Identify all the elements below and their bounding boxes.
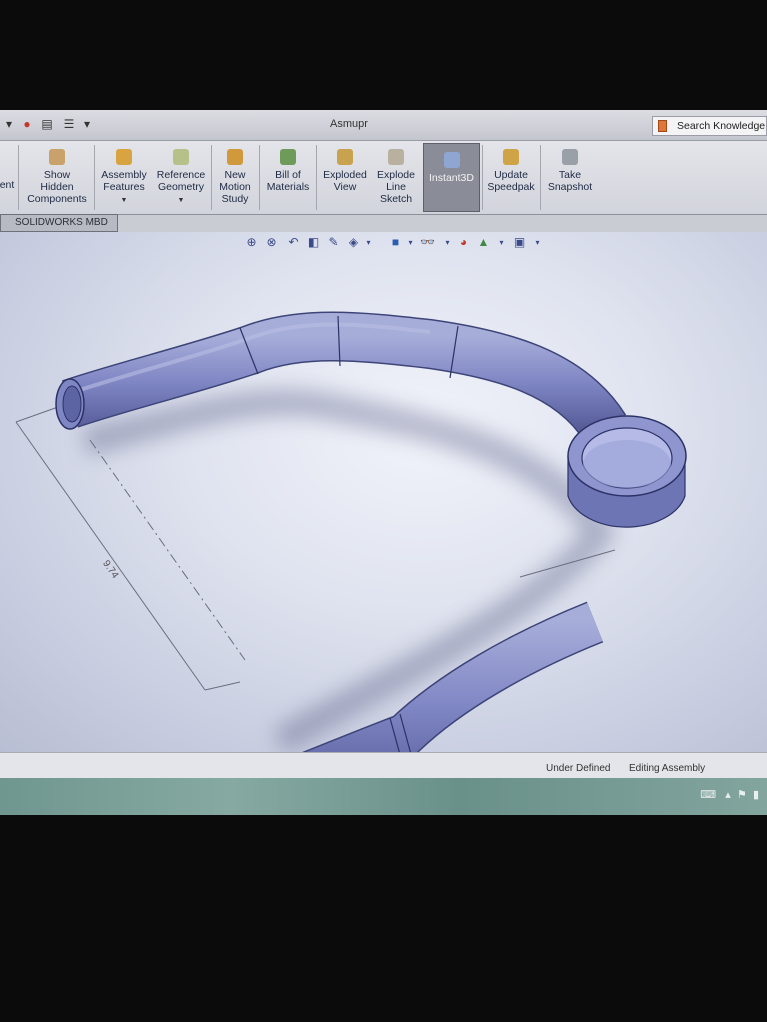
status-bar: Under Defined Editing Assembly [0, 752, 767, 779]
tube-assembly-model[interactable]: 9.74 [0, 232, 767, 752]
bill-of-materials-button[interactable]: Bill of Materials [261, 141, 315, 214]
dropdown-icon[interactable]: ▾ [80, 116, 94, 132]
update-speedpak-button[interactable]: Update Speedpak [484, 141, 538, 214]
assembly-features-button[interactable]: Assembly Features ▼ [96, 141, 152, 214]
ribbon-button-cut[interactable]: ent [0, 141, 16, 214]
take-snapshot-button[interactable]: Take Snapshot [542, 141, 598, 214]
windows-taskbar: ⌨ ▴ ⚑ ▮ [0, 778, 767, 815]
dropdown-arrow-icon[interactable]: ▼ [152, 195, 210, 207]
exploded-view-icon [337, 149, 353, 165]
explode-line-icon [388, 149, 404, 165]
graphics-area[interactable]: ⊕ ⊗ ↶ ◧ ✎ ◈ ▾ ■ ▾ 👓 ▾ ◕ ▲ ▾ ▣ ▾ 9.74 [0, 232, 767, 752]
segment-seams [239, 315, 459, 752]
title-bar: ▾ ● ▤ ☰ ▾ Asmupr Search Knowledge [0, 110, 767, 141]
assembly-features-icon [116, 149, 132, 165]
snapshot-icon [562, 149, 578, 165]
file-properties-icon[interactable]: ▤ [40, 116, 54, 132]
options-icon[interactable]: ☰ [62, 116, 76, 132]
show-hidden-components-button[interactable]: Show Hidden Components [22, 141, 92, 214]
command-manager-ribbon: ent Show Hidden Components Assembly Feat… [0, 141, 767, 215]
solidworks-window: ▾ ● ▤ ☰ ▾ Asmupr Search Knowledge ent Sh… [0, 110, 767, 815]
window-title: Asmupr [330, 118, 368, 130]
new-motion-study-button[interactable]: New Motion Study [213, 141, 257, 214]
exploded-view-button[interactable]: Exploded View [318, 141, 372, 214]
ring-mount [567, 415, 687, 528]
drop-shadow [81, 388, 618, 752]
flag-icon[interactable]: ⚑ [737, 789, 747, 801]
show-hidden-icon [49, 149, 65, 165]
instant3d-button[interactable]: Instant3D [423, 143, 480, 212]
knowledge-base-icon [658, 120, 667, 132]
bom-icon [280, 149, 296, 165]
network-icon[interactable]: ▮ [753, 789, 759, 801]
explode-line-sketch-button[interactable]: Explode Line Sketch [372, 141, 420, 214]
search-placeholder: Search Knowledge [677, 120, 766, 132]
speedpak-icon [503, 149, 519, 165]
reference-geometry-icon [173, 149, 189, 165]
dropdown-arrow-icon[interactable]: ▼ [96, 195, 152, 207]
instant3d-icon [443, 152, 460, 168]
keyboard-icon[interactable]: ⌨ [700, 789, 716, 801]
tab-solidworks-mbd[interactable]: SOLIDWORKS MBD [0, 214, 118, 232]
status-definition: Under Defined [546, 763, 611, 774]
quick-access-arrow-icon[interactable]: ▾ [2, 116, 16, 132]
traffic-light-icon[interactable]: ● [20, 116, 34, 132]
tube-end-left [55, 378, 85, 430]
search-knowledge-box[interactable]: Search Knowledge [652, 116, 767, 136]
reference-geometry-button[interactable]: Reference Geometry ▼ [152, 141, 210, 214]
show-hidden-icons-icon[interactable]: ▴ [725, 789, 731, 801]
dimension-value[interactable]: 9.74 [100, 558, 120, 581]
status-mode: Editing Assembly [629, 763, 706, 774]
system-tray: ⌨ ▴ ⚑ ▮ [700, 788, 759, 801]
motion-study-icon [227, 149, 243, 165]
